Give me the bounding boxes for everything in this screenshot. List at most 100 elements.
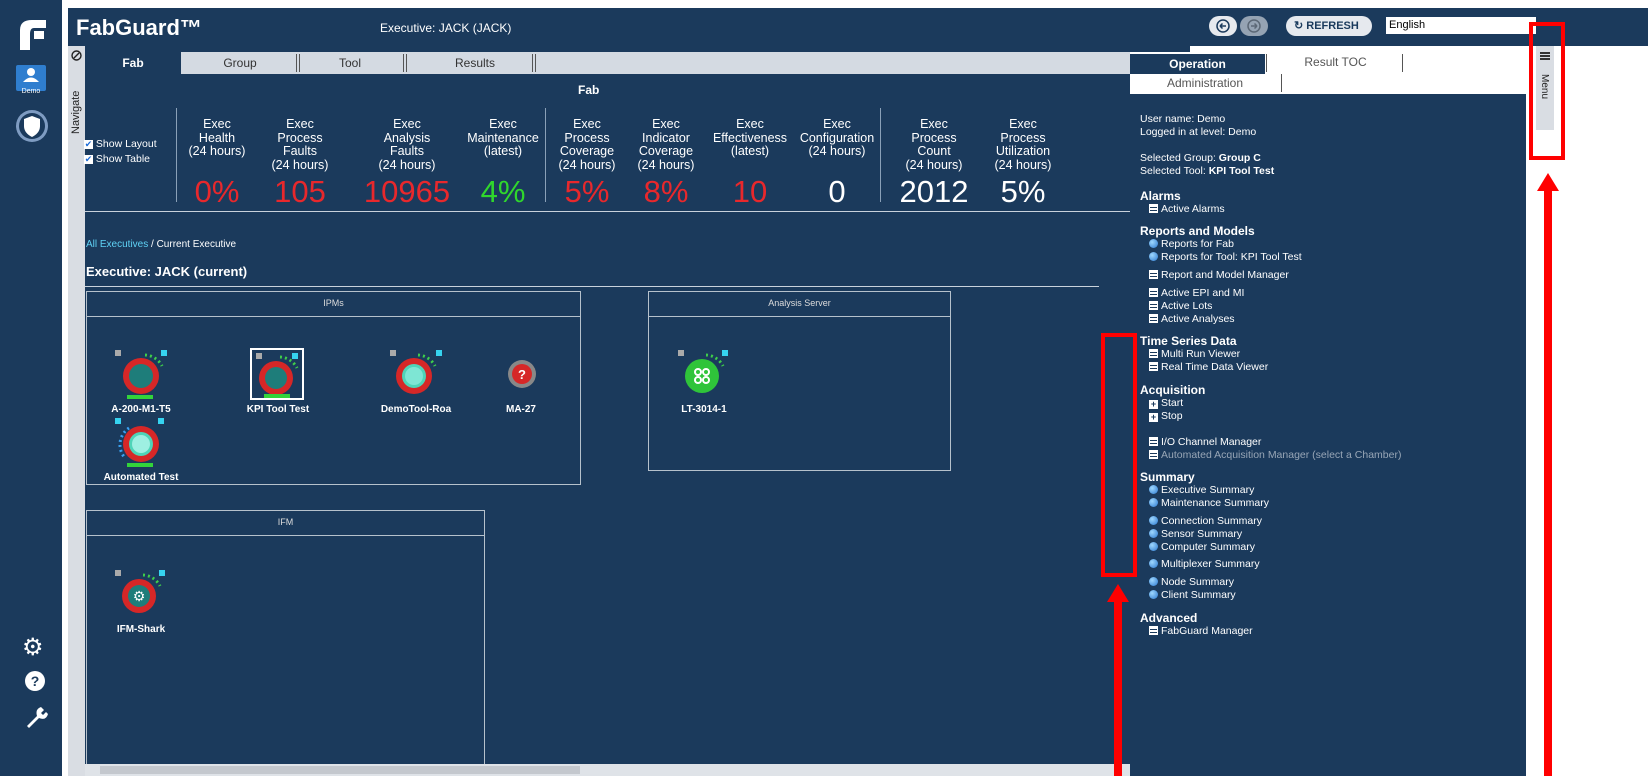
back-button[interactable]	[1209, 16, 1237, 36]
tab-group[interactable]: Group	[185, 52, 295, 74]
tool-node-label: MA-27	[505, 404, 536, 415]
grid-icon	[1149, 301, 1158, 310]
unknown-status-icon: ?	[508, 360, 536, 388]
menu-multiplexer-summary[interactable]: Multiplexer Summary	[1149, 558, 1260, 570]
operation-panel	[1130, 94, 1526, 776]
metric-label: Exec Analysis Faults (24 hours)	[378, 117, 436, 172]
menu-real-time-viewer[interactable]: Real Time Data Viewer	[1149, 361, 1268, 373]
menu-active-analyses[interactable]: Active Analyses	[1149, 313, 1235, 325]
metric-label: Exec Effectiveness (latest)	[712, 117, 788, 158]
show-layout-label: Show Layout	[95, 138, 157, 150]
menu-label: Active Lots	[1161, 300, 1213, 312]
user-icon	[23, 68, 39, 82]
menu-executive-summary[interactable]: Executive Summary	[1149, 484, 1254, 496]
globe-icon	[1149, 529, 1158, 538]
globe-icon	[1149, 559, 1158, 568]
selected-tool-label: Selected Tool:	[1140, 165, 1209, 177]
menu-label: Automated Acquisition Manager (select a …	[1161, 449, 1402, 461]
grid-icon	[1149, 204, 1158, 213]
menu-fabguard-manager[interactable]: FabGuard Manager	[1149, 625, 1253, 637]
section-time-series: Time Series Data	[1140, 334, 1237, 348]
menu-client-summary[interactable]: Client Summary	[1149, 589, 1236, 601]
annotation-arrowhead-icon	[1107, 584, 1129, 602]
menu-stop[interactable]: + Stop	[1149, 410, 1183, 422]
language-value: English	[1389, 19, 1426, 31]
menu-active-alarms[interactable]: Active Alarms	[1149, 203, 1225, 215]
menu-connection-summary[interactable]: Connection Summary	[1149, 515, 1262, 527]
menu-label: Computer Summary	[1161, 541, 1255, 553]
metric-label: Exec Process Utilization (24 hours)	[994, 117, 1052, 172]
ifm-node-shark[interactable]: ⚙ IFM-Shark	[101, 570, 181, 650]
checkbox-checked-icon[interactable]: ✔	[84, 140, 93, 149]
tab-result-toc[interactable]: Result TOC	[1268, 52, 1403, 72]
metrics-divider	[85, 211, 1167, 212]
app-logo-icon	[20, 20, 46, 50]
gear-icon[interactable]: ⚙	[22, 633, 44, 662]
tab-results[interactable]: Results	[420, 52, 530, 74]
menu-io-channel-manager[interactable]: I/O Channel Manager	[1149, 436, 1261, 448]
tab-separator	[1402, 54, 1403, 72]
menu-active-lots[interactable]: Active Lots	[1149, 300, 1212, 312]
wrench-icon[interactable]	[23, 704, 49, 730]
menu-reports-fab[interactable]: Reports for Fab	[1149, 238, 1234, 250]
breadcrumb-link[interactable]: All Executives	[86, 239, 148, 250]
menu-label: Active Alarms	[1161, 203, 1225, 215]
tool-node-automated[interactable]: Automated Test	[101, 418, 181, 498]
fab-title: Fab	[578, 83, 600, 97]
menu-active-epi[interactable]: Active EPI and MI	[1149, 287, 1244, 299]
menu-node-summary[interactable]: Node Summary	[1149, 576, 1234, 588]
svg-text:?: ?	[518, 367, 526, 382]
tool-node-label: A-200-M1-T5	[111, 404, 171, 415]
show-layout-option[interactable]: ✔ Show Layout	[84, 138, 157, 150]
server-green-icon	[685, 353, 725, 393]
menu-label: Active EPI and MI	[1161, 287, 1245, 299]
annotation-arrow-shaft	[1544, 190, 1552, 776]
help-icon[interactable]: ?	[24, 670, 46, 692]
refresh-button[interactable]: ↻ REFRESH	[1286, 16, 1372, 36]
plus-icon: +	[1149, 399, 1158, 409]
checkbox-checked-icon[interactable]: ✔	[84, 155, 93, 164]
metric-label: Exec Process Count (24 hours)	[905, 117, 963, 172]
tab-tool[interactable]: Tool	[300, 52, 400, 74]
tool-node-demotool[interactable]: DemoTool-Roa	[381, 350, 466, 430]
menu-label: Sensor Summary	[1161, 528, 1243, 540]
menu-start[interactable]: + Start	[1149, 397, 1183, 409]
menu-multi-run-viewer[interactable]: Multi Run Viewer	[1149, 348, 1240, 360]
pin-icon[interactable]	[71, 50, 82, 61]
tab-operation[interactable]: Operation	[1130, 54, 1265, 74]
language-select[interactable]: English	[1386, 17, 1536, 34]
menu-sensor-summary[interactable]: Sensor Summary	[1149, 528, 1242, 540]
metric-label: Exec Process Faults (24 hours)	[271, 117, 329, 172]
grid-icon	[1149, 349, 1158, 358]
breadcrumb: All Executives / Current Executive	[86, 239, 236, 250]
analysis-panel-title: Analysis Server	[649, 292, 950, 317]
user-label: Demo	[21, 88, 41, 95]
tab-administration[interactable]: Administration	[1140, 73, 1270, 93]
menu-computer-summary[interactable]: Computer Summary	[1149, 541, 1255, 553]
horizontal-scroll-thumb[interactable]	[100, 766, 580, 774]
ifm-node-label: IFM-Shark	[116, 624, 166, 635]
forward-arrow-icon	[1247, 19, 1261, 33]
tool-node-ma27[interactable]: ? MA-27	[495, 350, 575, 430]
server-node-lt3014[interactable]: LT-3014-1	[664, 350, 744, 430]
show-table-option[interactable]: ✔ Show Table	[84, 153, 150, 165]
menu-reports-tool[interactable]: Reports for Tool: KPI Tool Test	[1149, 251, 1302, 263]
forward-button[interactable]	[1240, 16, 1268, 36]
tab-fab[interactable]: Fab	[85, 52, 181, 74]
ipms-panel-title: IPMs	[87, 292, 580, 317]
selected-group: Selected Group: Group C	[1140, 152, 1261, 165]
tool-node-label: KPI Tool Test	[246, 404, 310, 415]
user-avatar-button[interactable]: Demo	[16, 65, 46, 95]
app-header: FabGuard™ Executive: JACK (JACK) ↻ REFRE…	[68, 8, 1648, 46]
app-title: FabGuard™	[76, 15, 202, 40]
tool-node-label: Automated Test	[103, 472, 179, 483]
tool-node-label: DemoTool-Roa	[380, 404, 452, 415]
shield-icon[interactable]	[16, 108, 48, 144]
menu-report-model-manager[interactable]: Report and Model Manager	[1149, 269, 1289, 281]
menu-label: Start	[1161, 397, 1184, 409]
tool-red-icon	[396, 353, 437, 394]
refresh-icon: ↻	[1294, 20, 1304, 32]
selected-group-value: Group C	[1218, 152, 1261, 164]
tool-node-kpi[interactable]: KPI Tool Test	[247, 348, 328, 430]
menu-maintenance-summary[interactable]: Maintenance Summary	[1149, 497, 1269, 509]
